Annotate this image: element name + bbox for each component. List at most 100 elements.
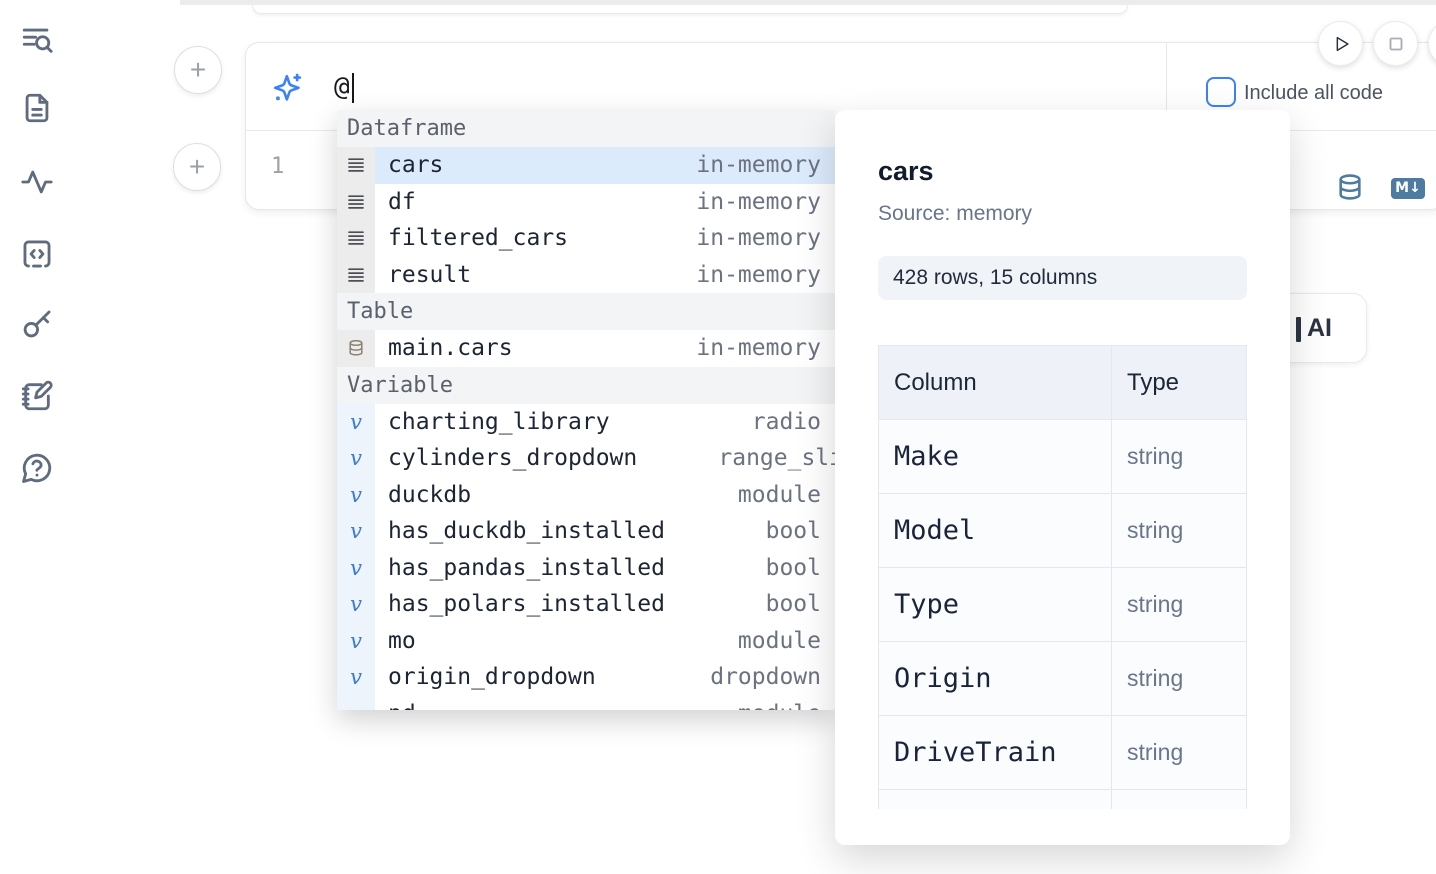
item-type: in-memory (696, 225, 835, 251)
dataframe-rows-icon (337, 220, 375, 257)
dataframe-rows-icon (337, 257, 375, 294)
item-name: has_duckdb_installed (375, 518, 665, 544)
stop-square-icon (1385, 33, 1407, 55)
run-cell-button[interactable] (1318, 21, 1363, 66)
dataframe-rows-icon (337, 147, 375, 184)
ai-prompt-input[interactable]: @ (334, 72, 350, 102)
include-all-code-checkbox[interactable] (1206, 77, 1236, 107)
dataframe-rows-icon (337, 184, 375, 221)
add-cell-below-button[interactable]: + (173, 143, 221, 191)
section-header-dataframe: Dataframe (337, 110, 835, 147)
item-type: bool (766, 591, 835, 617)
table-row-partial (879, 790, 1247, 810)
column-name-cell (879, 790, 1112, 810)
column-name-cell: Origin (879, 642, 1112, 716)
autocomplete-item-mo[interactable]: v momodule (337, 623, 835, 660)
play-icon (1330, 33, 1352, 55)
autocomplete-item-duckdb[interactable]: v duckdb module (337, 477, 835, 514)
column-name-cell: Model (879, 494, 1112, 568)
item-type: in-memory (696, 262, 835, 288)
line-number: 1 (271, 154, 284, 179)
variable-icon: v (337, 477, 375, 514)
preview-title: cars (878, 156, 1247, 187)
section-header-variable: Variable (337, 367, 835, 404)
notebook-screen: + + @ Include all code 1 M↓ AI Dataframe (0, 0, 1436, 874)
item-name: cylinders_dropdown (375, 445, 637, 471)
column-type-cell: string (1112, 494, 1247, 568)
column-type-cell (1112, 790, 1247, 810)
markdown-convert-icon[interactable]: M↓ (1391, 178, 1425, 199)
item-name: duckdb (375, 482, 471, 508)
autocomplete-item-has-pandas-installed[interactable]: v has_pandas_installedbool (337, 550, 835, 587)
key-icon[interactable] (18, 306, 56, 344)
item-name: df (375, 189, 416, 215)
variable-icon: v (337, 586, 375, 623)
item-type: in-memory (696, 189, 835, 215)
item-name: result (375, 262, 471, 288)
preview-shape-badge: 428 rows, 15 columns (878, 256, 1247, 300)
stop-button[interactable] (1373, 21, 1418, 66)
item-type: module (738, 701, 835, 710)
table-row: Model string (879, 494, 1247, 568)
item-type: range_sli (718, 445, 835, 471)
autocomplete-item-origin-dropdown[interactable]: v origin_dropdowndropdown (337, 659, 835, 696)
variable-icon: v (337, 440, 375, 477)
item-name: has_polars_installed (375, 591, 665, 617)
table-row: Type string (879, 568, 1247, 642)
item-name: mo (375, 628, 416, 654)
clipped-letter-fragment (1296, 317, 1301, 342)
item-type: in-memory (696, 335, 835, 361)
preview-source: Source: memory (878, 202, 1247, 226)
autocomplete-item-cars[interactable]: carsin-memory (337, 147, 835, 184)
item-name: charting_library (375, 409, 610, 435)
section-header-table: Table (337, 293, 835, 330)
notebook-pen-icon[interactable] (18, 378, 56, 416)
column-type-cell: string (1112, 642, 1247, 716)
item-type: module (738, 628, 835, 654)
help-chat-icon[interactable] (18, 450, 56, 488)
variable-icon: v (337, 550, 375, 587)
preview-table-wrapper: Column Type Make string Model string Typ… (878, 345, 1247, 809)
autocomplete-popup: Dataframe carsin-memory df in-memory filt… (337, 110, 835, 710)
table-row: Origin string (879, 642, 1247, 716)
type-header: Type (1112, 346, 1247, 420)
scratchpad-search-icon[interactable] (18, 22, 56, 60)
table-database-icon (337, 330, 375, 367)
autocomplete-item-result[interactable]: result in-memory (337, 257, 835, 294)
table-row: DriveTrain string (879, 716, 1247, 790)
autocomplete-item-main-cars[interactable]: main.cars in-memory (337, 330, 835, 367)
item-name: filtered_cars (375, 225, 568, 251)
column-header: Column (879, 346, 1112, 420)
column-name-cell: Make (879, 420, 1112, 494)
add-cell-above-button[interactable]: + (174, 46, 222, 94)
item-type: bool (766, 518, 835, 544)
item-type: in-memory (696, 152, 835, 178)
item-name: pd (375, 701, 416, 710)
variable-icon: v (337, 696, 375, 711)
text-cursor (352, 73, 354, 103)
file-text-icon[interactable] (18, 90, 56, 128)
autocomplete-item-cylinders-dropdown[interactable]: v cylinders_dropdown range_sli (337, 440, 835, 477)
variable-icon: v (337, 404, 375, 441)
autocomplete-item-filtered-cars[interactable]: filtered_cars in-memory (337, 220, 835, 257)
square-code-icon[interactable] (18, 236, 56, 274)
preview-schema-table: Column Type Make string Model string Typ… (878, 345, 1247, 809)
item-type: module (738, 482, 835, 508)
include-all-code-label[interactable]: Include all code (1244, 82, 1383, 105)
autocomplete-item-has-duckdb-installed[interactable]: v has_duckdb_installedbool (337, 513, 835, 550)
column-name-cell: DriveTrain (879, 716, 1112, 790)
column-type-cell: string (1112, 420, 1247, 494)
autocomplete-item-charting-library[interactable]: v charting_library radio (337, 404, 835, 441)
autocomplete-item-df[interactable]: df in-memory (337, 184, 835, 221)
table-row: Make string (879, 420, 1247, 494)
activity-icon[interactable] (18, 164, 56, 202)
item-name: main.cars (375, 335, 513, 361)
autocomplete-item-has-polars-installed[interactable]: v has_polars_installed bool (337, 586, 835, 623)
table-header-row: Column Type (879, 346, 1247, 420)
datasource-database-icon[interactable] (1336, 173, 1364, 201)
dataframe-preview-panel: cars Source: memory 428 rows, 15 columns… (835, 110, 1290, 845)
ai-card-label: AI (1307, 314, 1332, 343)
autocomplete-item-partial[interactable]: v pd module (337, 696, 835, 711)
item-type: radio (752, 409, 835, 435)
column-type-cell: string (1112, 568, 1247, 642)
